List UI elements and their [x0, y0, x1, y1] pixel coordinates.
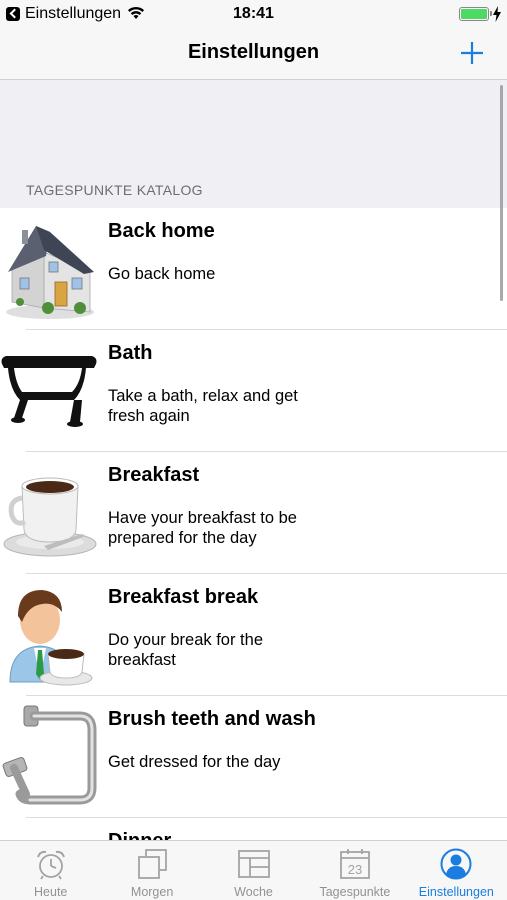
- item-title: Brush teeth and wash: [108, 708, 316, 730]
- stacked-squares-icon: [138, 849, 168, 879]
- charging-bolt-icon: [493, 6, 501, 22]
- page-title: Einstellungen: [187, 41, 320, 63]
- tab-label: Tagespunkte: [319, 885, 391, 899]
- settings-content[interactable]: TAGESPUNKTE KATALOG Back home Go back ho…: [0, 80, 507, 840]
- tab-tagespunkte[interactable]: 23 Tagespunkte: [304, 841, 405, 900]
- coffee-cup-icon: [0, 460, 100, 566]
- item-description: Go back home: [108, 265, 216, 283]
- tab-woche[interactable]: Woche: [203, 841, 304, 900]
- tab-label: Morgen: [130, 885, 174, 899]
- towel-holder-icon: [0, 704, 100, 810]
- item-description: Do your break for the breakfast: [108, 631, 263, 669]
- calendar-icon: 23: [340, 849, 370, 879]
- status-bar: Einstellungen 18:41: [0, 0, 507, 28]
- item-title: Breakfast: [108, 464, 200, 486]
- list-item[interactable]: Back home Go back home: [0, 208, 507, 330]
- tab-morgen[interactable]: Morgen: [101, 841, 202, 900]
- list-item[interactable]: Brush teeth and wash Get dressed for the…: [0, 696, 507, 818]
- person-coffee-icon: [0, 582, 100, 688]
- tab-bar: Heute Morgen Woche 23 Tagespunkte Einste…: [0, 840, 507, 900]
- item-title: Dinner: [108, 830, 171, 840]
- person-icon: [440, 848, 472, 880]
- item-title: Breakfast break: [108, 586, 259, 608]
- tab-einstellungen[interactable]: Einstellungen: [406, 841, 507, 900]
- list-item[interactable]: Dinner: [0, 818, 507, 840]
- status-time: 18:41: [233, 5, 274, 22]
- list-item[interactable]: Breakfast Have your breakfast to be prep…: [0, 452, 507, 574]
- tab-heute[interactable]: Heute: [0, 841, 101, 900]
- item-title: Bath: [108, 342, 153, 364]
- tab-label: Woche: [234, 885, 273, 899]
- battery-icon: [459, 7, 492, 21]
- grid-layout-icon: [237, 850, 270, 878]
- item-description: Take a bath, relax and get fresh again: [108, 387, 298, 425]
- list-item[interactable]: Bath Take a bath, relax and get fresh ag…: [0, 330, 507, 452]
- tab-label: Heute: [34, 885, 68, 899]
- calendar-day-text: 23: [348, 862, 362, 877]
- bathtub-icon: [0, 338, 100, 444]
- alarm-clock-icon: [36, 850, 65, 880]
- section-header: TAGESPUNKTE KATALOG: [26, 182, 203, 198]
- list-item[interactable]: Breakfast break Do your break for the br…: [0, 574, 507, 696]
- catalog-list: Back home Go back home Bath Take a bath,…: [0, 208, 507, 840]
- item-title: Back home: [108, 220, 215, 242]
- plus-icon[interactable]: [457, 38, 487, 68]
- tab-label: Einstellungen: [418, 885, 494, 899]
- house-icon: [0, 216, 100, 322]
- scroll-indicator[interactable]: [500, 85, 503, 301]
- navigation-bar: Einstellungen: [0, 28, 507, 80]
- item-description: Have your breakfast to be prepared for t…: [108, 509, 297, 547]
- item-description: Get dressed for the day: [108, 753, 281, 771]
